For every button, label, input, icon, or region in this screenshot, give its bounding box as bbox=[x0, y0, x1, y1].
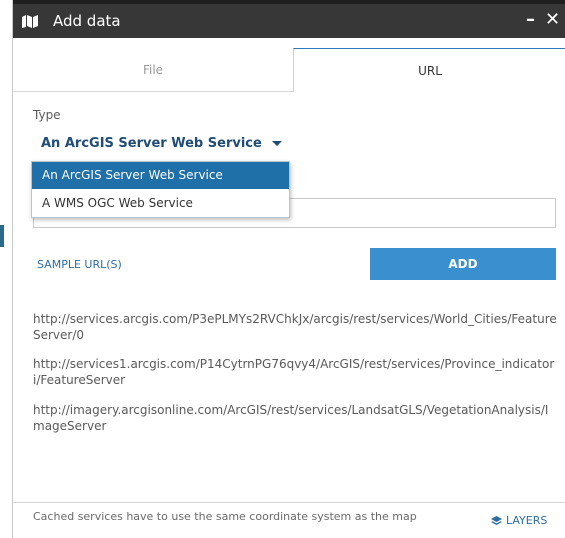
left-edge bbox=[0, 0, 12, 538]
add-data-panel: Add data – ✕ File URL Type An ArcGIS Ser… bbox=[12, 0, 565, 538]
layers-link[interactable]: LAYERS bbox=[491, 514, 547, 527]
window-title: Add data bbox=[53, 12, 121, 30]
chevron-down-icon bbox=[271, 141, 282, 146]
type-select[interactable]: An ArcGIS Server Web Service bbox=[41, 136, 282, 151]
add-button[interactable]: ADD bbox=[370, 248, 556, 280]
layers-link-label: LAYERS bbox=[506, 514, 548, 527]
type-select-value: An ArcGIS Server Web Service bbox=[41, 136, 262, 151]
tab-bar: File URL bbox=[13, 48, 565, 94]
type-label: Type bbox=[33, 108, 61, 122]
title-bar-top-strip bbox=[13, 0, 565, 4]
sample-url-item[interactable]: http://imagery.arcgisonline.com/ArcGIS/r… bbox=[33, 402, 558, 434]
type-dropdown-list: An ArcGIS Server Web Service A WMS OGC W… bbox=[31, 161, 290, 218]
dropdown-option-wms[interactable]: A WMS OGC Web Service bbox=[32, 190, 289, 217]
tab-file[interactable]: File bbox=[13, 48, 293, 92]
sample-url-item[interactable]: http://services.arcgis.com/P3ePLMYs2RVCh… bbox=[33, 311, 558, 343]
tab-url[interactable]: URL bbox=[293, 48, 565, 92]
layers-icon bbox=[491, 516, 502, 525]
map-icon bbox=[21, 13, 39, 29]
minimize-button[interactable]: – bbox=[526, 9, 535, 30]
close-button[interactable]: ✕ bbox=[545, 9, 560, 30]
sample-url-item[interactable]: http://services1.arcgis.com/P14CytrnPG76… bbox=[33, 356, 558, 388]
footer-note: Cached services have to use the same coo… bbox=[33, 510, 417, 523]
title-bar[interactable]: Add data – ✕ bbox=[13, 0, 565, 38]
left-edge-marker bbox=[0, 225, 4, 247]
dropdown-option-arcgis[interactable]: An ArcGIS Server Web Service bbox=[32, 162, 289, 189]
sample-urls-link[interactable]: SAMPLE URL(S) bbox=[37, 258, 122, 271]
footer-divider bbox=[13, 502, 565, 503]
